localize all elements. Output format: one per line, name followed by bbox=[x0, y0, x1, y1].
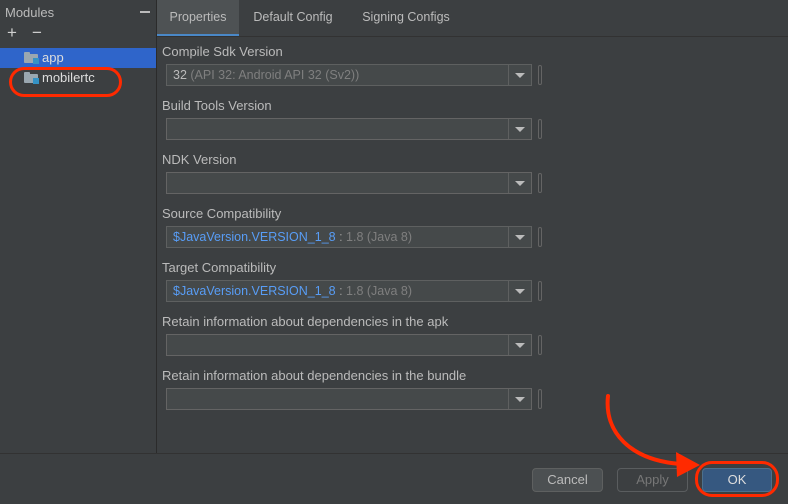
modules-panel: Modules + − app mobilertc bbox=[0, 0, 157, 453]
ndk-label: NDK Version bbox=[162, 152, 237, 167]
module-folder-icon bbox=[24, 52, 39, 64]
compile-sdk-value: 32 bbox=[173, 68, 187, 82]
source-compat-hint: 1.8 (Java 8) bbox=[346, 230, 413, 244]
ndk-edit-handle[interactable] bbox=[538, 173, 542, 193]
target-compat-combo[interactable]: $JavaVersion.VERSION_1_8 : 1.8 (Java 8) bbox=[166, 280, 532, 302]
modules-header: Modules bbox=[0, 0, 156, 24]
module-label: app bbox=[42, 50, 64, 65]
module-item-app[interactable]: app bbox=[0, 48, 156, 68]
tab-bar: Properties Default Config Signing Config… bbox=[157, 0, 788, 37]
modules-title: Modules bbox=[5, 5, 55, 20]
compile-sdk-label: Compile Sdk Version bbox=[162, 44, 283, 59]
deps-bundle-combo[interactable] bbox=[166, 388, 532, 410]
collapse-icon[interactable] bbox=[140, 11, 150, 13]
add-module-button[interactable]: + bbox=[5, 24, 19, 41]
dropdown-arrow-icon[interactable] bbox=[508, 173, 531, 193]
tab-signing-configs[interactable]: Signing Configs bbox=[347, 0, 465, 36]
compile-sdk-edit-handle[interactable] bbox=[538, 65, 542, 85]
annotation-highlight-mobilertc bbox=[9, 67, 122, 97]
dropdown-arrow-icon[interactable] bbox=[508, 389, 531, 409]
modules-toolbar: + − bbox=[0, 24, 156, 44]
dropdown-arrow-icon[interactable] bbox=[508, 65, 531, 85]
target-compat-label: Target Compatibility bbox=[162, 260, 277, 275]
source-compat-ref: $JavaVersion.VERSION_1_8 bbox=[173, 230, 336, 244]
source-compat-label: Source Compatibility bbox=[162, 206, 282, 221]
target-compat-value-text: $JavaVersion.VERSION_1_8 : 1.8 (Java 8) bbox=[173, 284, 412, 298]
build-tools-label: Build Tools Version bbox=[162, 98, 272, 113]
properties-panel: Properties Default Config Signing Config… bbox=[157, 0, 788, 453]
target-compat-edit-handle[interactable] bbox=[538, 281, 542, 301]
tab-default-config[interactable]: Default Config bbox=[241, 0, 345, 36]
deps-bundle-edit-handle[interactable] bbox=[538, 389, 542, 409]
target-compat-sep: : bbox=[335, 284, 347, 298]
target-compat-ref: $JavaVersion.VERSION_1_8 bbox=[173, 284, 336, 298]
compile-sdk-combo[interactable]: 32 (API 32: Android API 32 (Sv2)) bbox=[166, 64, 532, 86]
compile-sdk-value-text: 32 (API 32: Android API 32 (Sv2)) bbox=[173, 68, 359, 82]
deps-apk-edit-handle[interactable] bbox=[538, 335, 542, 355]
source-compat-sep: : bbox=[335, 230, 347, 244]
dropdown-arrow-icon[interactable] bbox=[508, 281, 531, 301]
build-tools-combo[interactable] bbox=[166, 118, 532, 140]
source-compat-edit-handle[interactable] bbox=[538, 227, 542, 247]
deps-apk-label: Retain information about dependencies in… bbox=[162, 314, 449, 329]
deps-apk-combo[interactable] bbox=[166, 334, 532, 356]
source-compat-combo[interactable]: $JavaVersion.VERSION_1_8 : 1.8 (Java 8) bbox=[166, 226, 532, 248]
dropdown-arrow-icon[interactable] bbox=[508, 335, 531, 355]
source-compat-value-text: $JavaVersion.VERSION_1_8 : 1.8 (Java 8) bbox=[173, 230, 412, 244]
compile-sdk-hint: (API 32: Android API 32 (Sv2)) bbox=[190, 68, 360, 82]
tab-properties[interactable]: Properties bbox=[157, 0, 239, 36]
cancel-button[interactable]: Cancel bbox=[532, 468, 603, 492]
dropdown-arrow-icon[interactable] bbox=[508, 227, 531, 247]
ndk-combo[interactable] bbox=[166, 172, 532, 194]
deps-bundle-label: Retain information about dependencies in… bbox=[162, 368, 467, 383]
target-compat-hint: 1.8 (Java 8) bbox=[346, 284, 413, 298]
annotation-arrow-icon bbox=[605, 394, 700, 477]
remove-module-button[interactable]: − bbox=[30, 24, 44, 41]
build-tools-edit-handle[interactable] bbox=[538, 119, 542, 139]
dropdown-arrow-icon[interactable] bbox=[508, 119, 531, 139]
